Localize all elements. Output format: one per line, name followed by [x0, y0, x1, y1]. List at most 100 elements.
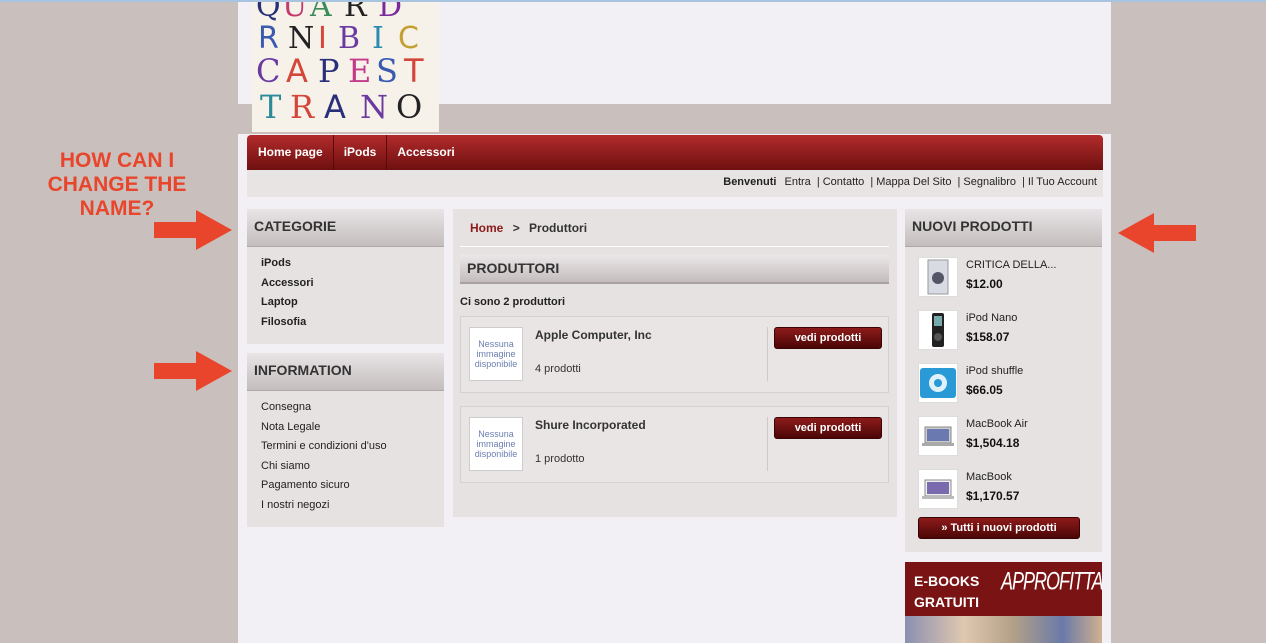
login-link[interactable]: Entra [785, 176, 811, 188]
svg-text:R: R [258, 21, 279, 56]
category-accessori[interactable]: Accessori [261, 277, 444, 297]
macbook-air-thumbnail[interactable] [918, 416, 958, 456]
separator: | [870, 176, 874, 188]
product-name[interactable]: iPod Nano [966, 312, 1017, 324]
product-price: $1,170.57 [966, 489, 1020, 503]
annotation-arrow-left-icon [1118, 213, 1196, 253]
breadcrumb: Home > Produttori [470, 221, 587, 235]
new-product-item[interactable]: iPod shuffle $66.05 [918, 363, 1098, 408]
information-box: INFORMATION Consegna Nota Legale Termini… [247, 353, 444, 527]
svg-text:C: C [398, 21, 419, 56]
logo-graphic: Q U A R D R N I B I C C A P E S T T R A … [252, 2, 439, 132]
ipod-shuffle-thumbnail[interactable] [918, 363, 958, 403]
categories-list: iPods Accessori Laptop Filosofia [247, 247, 444, 335]
welcome-text: Benvenuti [723, 176, 777, 188]
all-new-products-button[interactable]: » Tutti i nuovi prodotti [918, 517, 1080, 539]
divider [767, 327, 768, 381]
separator: | [816, 176, 820, 188]
product-price: $158.07 [966, 330, 1010, 344]
information-title: INFORMATION [247, 353, 444, 391]
new-product-item[interactable]: CRITICA DELLA... $12.00 [918, 257, 1098, 302]
new-product-item[interactable]: MacBook $1,170.57 [918, 469, 1098, 514]
book-thumbnail[interactable] [918, 257, 958, 297]
no-image-placeholder[interactable]: Nessuna immagine disponibile [469, 327, 523, 381]
sitemap-link[interactable]: Mappa Del Sito [876, 176, 951, 188]
product-name[interactable]: iPod shuffle [966, 365, 1023, 377]
svg-text:T: T [260, 88, 282, 126]
category-laptop[interactable]: Laptop [261, 296, 444, 316]
separator: | [1022, 176, 1025, 188]
category-filosofia[interactable]: Filosofia [261, 316, 444, 336]
view-products-button[interactable]: vedi prodotti [774, 327, 882, 349]
product-price: $12.00 [966, 277, 1003, 291]
annotation-arrow-right-icon [154, 351, 232, 391]
info-nota-legale[interactable]: Nota Legale [261, 421, 444, 441]
breadcrumb-separator: > [512, 221, 520, 235]
info-pagamento[interactable]: Pagamento sicuro [261, 479, 444, 499]
ebook-banner-title: E-BOOKS GRATUITI [914, 571, 979, 613]
manufacturer-name[interactable]: Apple Computer, Inc [535, 328, 652, 342]
svg-text:R: R [290, 88, 315, 126]
new-product-item[interactable]: MacBook Air $1,504.18 [918, 416, 1098, 461]
categories-title: CATEGORIE [247, 209, 444, 247]
svg-text:A: A [286, 52, 308, 90]
nav-home[interactable]: Home page [247, 135, 334, 170]
manufacturer-card: Nessuna immagine disponibile Apple Compu… [460, 316, 889, 393]
divider [460, 246, 889, 247]
product-name[interactable]: MacBook Air [966, 418, 1028, 430]
product-price: $1,504.18 [966, 436, 1020, 450]
svg-text:I: I [372, 21, 384, 56]
product-name[interactable]: MacBook [966, 471, 1012, 483]
svg-text:I: I [318, 21, 327, 56]
separator: | [957, 176, 961, 188]
new-product-item[interactable]: iPod Nano $158.07 [918, 310, 1098, 355]
svg-text:B: B [338, 21, 360, 56]
svg-text:E: E [348, 52, 371, 90]
macbook-thumbnail[interactable] [918, 469, 958, 509]
breadcrumb-current: Produttori [529, 221, 588, 235]
breadcrumb-home[interactable]: Home [470, 221, 503, 235]
nav-ipods[interactable]: iPods [334, 135, 388, 170]
bookmark-link[interactable]: Segnalibro [963, 176, 1016, 188]
svg-text:P: P [318, 52, 340, 90]
page-title: PRODUTTORI [460, 254, 889, 284]
manufacturer-product-count: 1 prodotto [535, 453, 585, 465]
view-products-button[interactable]: vedi prodotti [774, 417, 882, 439]
svg-text:A: A [324, 88, 346, 126]
info-consegna[interactable]: Consegna [261, 401, 444, 421]
category-ipods[interactable]: iPods [261, 257, 444, 277]
categories-box: CATEGORIE iPods Accessori Laptop Filosof… [247, 209, 444, 344]
ebook-line-2: GRATUITI [914, 594, 980, 610]
svg-text:N: N [288, 21, 314, 56]
manufacturer-name[interactable]: Shure Incorporated [535, 418, 646, 432]
information-list: Consegna Nota Legale Termini e condizion… [247, 391, 444, 518]
ebook-banner[interactable]: E-BOOKS GRATUITI APPROFITTANE!!! [905, 562, 1102, 643]
utility-nav: Benvenuti Entra | Contatto | Mappa Del Sit… [247, 170, 1103, 197]
info-termini[interactable]: Termini e condizioni d'uso [261, 440, 444, 460]
ebook-line-1: E-BOOKS [914, 573, 980, 589]
contact-link[interactable]: Contatto [823, 176, 865, 188]
no-image-placeholder[interactable]: Nessuna immagine disponibile [469, 417, 523, 471]
svg-text:T: T [403, 52, 424, 90]
divider [767, 417, 768, 471]
main-content: Home > Produttori PRODUTTORI Ci sono 2 p… [453, 209, 897, 517]
svg-text:C: C [256, 52, 280, 90]
nav-accessori[interactable]: Accessori [387, 135, 464, 170]
main-nav: Home page iPods Accessori [247, 135, 1103, 170]
account-link[interactable]: Il Tuo Account [1028, 176, 1097, 188]
svg-text:N: N [360, 88, 388, 126]
product-name[interactable]: CRITICA DELLA... [966, 259, 1056, 271]
manufacturer-product-count: 4 prodotti [535, 363, 581, 375]
manufacturer-card: Nessuna immagine disponibile Shure Incor… [460, 406, 889, 483]
annotation-arrow-right-icon [154, 210, 232, 250]
info-negozi[interactable]: I nostri negozi [261, 499, 444, 519]
new-products-box: NUOVI PRODOTTI CRITICA DELLA... $12.00 i… [905, 209, 1102, 552]
product-price: $66.05 [966, 383, 1003, 397]
ebook-slogan: APPROFITTANE!!! [1001, 567, 1102, 595]
new-products-title: NUOVI PRODOTTI [905, 209, 1102, 247]
site-logo[interactable]: Q U A R D R N I B I C C A P E S T T R A … [252, 2, 439, 132]
svg-text:S: S [376, 52, 398, 90]
info-chi-siamo[interactable]: Chi siamo [261, 460, 444, 480]
ipod-nano-thumbnail[interactable] [918, 310, 958, 350]
manufacturer-count: Ci sono 2 produttori [460, 296, 566, 308]
